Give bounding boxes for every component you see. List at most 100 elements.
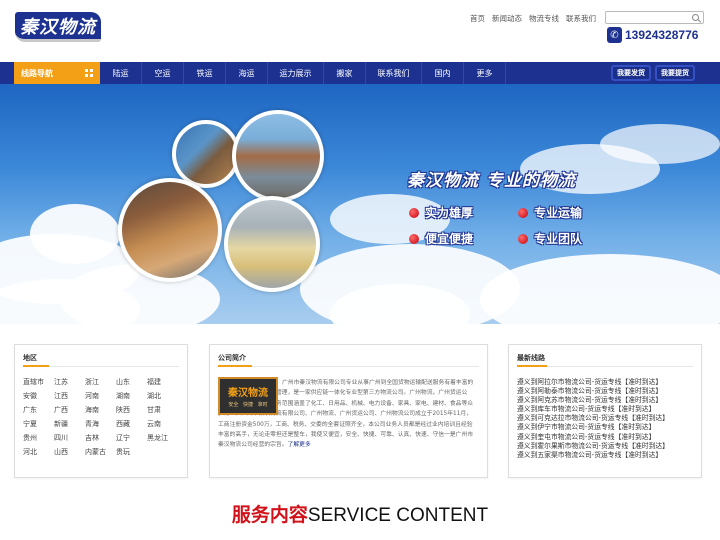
feature-transport: 专业运输 bbox=[518, 204, 582, 221]
read-more-link[interactable]: 了解更多 bbox=[288, 442, 311, 448]
region-link[interactable]: 山西 bbox=[54, 447, 85, 457]
region-link[interactable]: 西藏 bbox=[116, 419, 147, 429]
region-link[interactable]: 宁夏 bbox=[23, 419, 54, 429]
search-box bbox=[605, 11, 704, 31]
region-link[interactable]: 陕西 bbox=[116, 405, 147, 415]
title-underline bbox=[517, 365, 547, 367]
nav-item-domestic[interactable]: 国内 bbox=[422, 62, 464, 84]
region-link[interactable]: 吉林 bbox=[85, 433, 116, 443]
regions-list: 直辖市 江苏 浙江 山东 福建 安徽 江西 河南 湖南 湖北 广东 广西 海南 … bbox=[23, 377, 178, 457]
region-link[interactable]: 广西 bbox=[54, 405, 85, 415]
site-header: 秦汉物流 首页 新闻动态 物流专线 联系我们 ✆ 13924328776 bbox=[0, 0, 720, 62]
feature-label: 便宜便捷 bbox=[425, 232, 474, 246]
about-title: 公司简介 bbox=[218, 354, 246, 362]
ship-button[interactable]: 我要发货 bbox=[611, 65, 651, 81]
feature-label: 专业运输 bbox=[534, 206, 583, 220]
region-link[interactable]: 青海 bbox=[85, 419, 116, 429]
phone-contact: ✆ 13924328776 bbox=[607, 27, 698, 43]
region-link[interactable]: 湖北 bbox=[147, 391, 178, 401]
search-icon[interactable] bbox=[692, 14, 699, 21]
service-title-cn: 服务内容 bbox=[231, 504, 308, 526]
nav-items: 陆运 空运 铁运 海运 运力展示 搬家 联系我们 国内 更多 bbox=[100, 62, 506, 84]
routes-list: 遵义到阿拉尔市物流公司-货运专线【准时到达】 遵义到阿勒泰市物流公司-货运专线【… bbox=[517, 378, 669, 460]
route-link[interactable]: 遵义到五家渠市物流公司-货运专线【准时到达】 bbox=[517, 451, 669, 460]
feature-label: 专业团队 bbox=[534, 232, 583, 246]
grid-menu-icon bbox=[85, 69, 93, 77]
company-logo-image: 秦汉物流 安全 快捷 准时 bbox=[218, 377, 278, 415]
route-link[interactable]: 遵义到霍尔果斯市物流公司-货运专线【准时到达】 bbox=[517, 442, 669, 451]
routes-title: 最新线路 bbox=[517, 354, 545, 362]
top-link-routes[interactable]: 物流专线 bbox=[529, 13, 559, 24]
region-link[interactable]: 江西 bbox=[54, 391, 85, 401]
region-link[interactable]: 云南 bbox=[147, 419, 178, 429]
feature-strength: 实力雄厚 bbox=[409, 204, 473, 221]
region-link[interactable]: 直辖市 bbox=[23, 377, 54, 387]
region-link[interactable]: 河南 bbox=[85, 391, 116, 401]
route-link[interactable]: 遵义到库车市物流公司-货运专线【准时到达】 bbox=[517, 405, 669, 414]
regions-panel: 地区 直辖市 江苏 浙江 山东 福建 安徽 江西 河南 湖南 湖北 广东 广西 … bbox=[14, 344, 188, 478]
cloud bbox=[600, 124, 720, 164]
region-link[interactable]: 广东 bbox=[23, 405, 54, 415]
divider bbox=[218, 366, 479, 367]
feature-team: 专业团队 bbox=[518, 230, 582, 247]
photo-warehouse bbox=[118, 178, 222, 282]
route-link[interactable]: 遵义到阿克苏市物流公司-货运专线【准时到达】 bbox=[517, 396, 669, 405]
region-link[interactable]: 河北 bbox=[23, 447, 54, 457]
route-link[interactable]: 遵义到阿勒泰市物流公司-货运专线【准时到达】 bbox=[517, 387, 669, 396]
regions-title: 地区 bbox=[23, 354, 37, 362]
main-nav: 线路导航 陆运 空运 铁运 海运 运力展示 搬家 联系我们 国内 更多 我要发货… bbox=[0, 62, 720, 84]
route-link[interactable]: 遵义到奎屯市物流公司-货运专线【准时到达】 bbox=[517, 433, 669, 442]
nav-item-sea[interactable]: 海运 bbox=[226, 62, 268, 84]
photo-trucks bbox=[232, 110, 324, 202]
title-underline bbox=[218, 365, 252, 367]
feature-label: 实力雄厚 bbox=[425, 206, 474, 220]
cloud bbox=[480, 254, 720, 324]
top-link-home[interactable]: 首页 bbox=[470, 13, 485, 24]
nav-item-more[interactable]: 更多 bbox=[464, 62, 506, 84]
red-dot-icon bbox=[518, 233, 528, 244]
region-link[interactable]: 新疆 bbox=[54, 419, 85, 429]
about-panel: 公司简介 广州市秦汉物流有限公司专业从事广州到全国货物运输配送服务有着丰富的运输… bbox=[209, 344, 488, 478]
nav-action-buttons: 我要发货 我要提货 bbox=[611, 65, 695, 81]
company-logo-name: 秦汉物流 bbox=[228, 388, 268, 399]
nav-item-air[interactable]: 空运 bbox=[142, 62, 184, 84]
region-link[interactable]: 安徽 bbox=[23, 391, 54, 401]
route-guide-label: 线路导航 bbox=[21, 68, 53, 78]
region-link[interactable]: 湖南 bbox=[116, 391, 147, 401]
photo-containers bbox=[172, 120, 240, 188]
region-link[interactable]: 浙江 bbox=[85, 377, 116, 387]
site-logo[interactable]: 秦汉物流 bbox=[15, 12, 101, 42]
top-link-news[interactable]: 新闻动态 bbox=[492, 13, 522, 24]
service-heading: 服务内容SERVICE CONTENT bbox=[0, 500, 720, 527]
logo-text: 秦汉物流 bbox=[20, 16, 96, 38]
title-underline bbox=[23, 365, 49, 367]
region-link[interactable]: 甘肃 bbox=[147, 405, 178, 415]
top-link-contact[interactable]: 联系我们 bbox=[566, 13, 596, 24]
region-link[interactable]: 内蒙古 bbox=[85, 447, 116, 457]
nav-item-moving[interactable]: 搬家 bbox=[324, 62, 366, 84]
region-link[interactable]: 山东 bbox=[116, 377, 147, 387]
region-link[interactable]: 江苏 bbox=[54, 377, 85, 387]
route-link[interactable]: 遵义到阿拉尔市物流公司-货运专线【准时到达】 bbox=[517, 378, 669, 387]
red-dot-icon bbox=[518, 207, 528, 218]
cloud bbox=[30, 204, 120, 264]
route-guide-menu[interactable]: 线路导航 bbox=[14, 62, 100, 84]
region-link[interactable]: 四川 bbox=[54, 433, 85, 443]
hero-banner bbox=[0, 84, 720, 324]
region-link[interactable]: 贵州 bbox=[23, 433, 54, 443]
service-title-en: SERVICE CONTENT bbox=[307, 505, 489, 526]
nav-item-contact[interactable]: 联系我们 bbox=[366, 62, 422, 84]
region-link[interactable]: 福建 bbox=[147, 377, 178, 387]
region-link[interactable]: 黑龙江 bbox=[147, 433, 178, 443]
top-links: 首页 新闻动态 物流专线 联系我们 bbox=[470, 13, 596, 24]
region-link[interactable]: 海南 bbox=[85, 405, 116, 415]
pickup-button[interactable]: 我要提货 bbox=[655, 65, 695, 81]
phone-number: 13924328776 bbox=[625, 28, 699, 42]
nav-item-capacity[interactable]: 运力展示 bbox=[268, 62, 324, 84]
region-link[interactable]: 辽宁 bbox=[116, 433, 147, 443]
route-link[interactable]: 遵义到伊宁市物流公司-货运专线【准时到达】 bbox=[517, 423, 669, 432]
photo-cargo bbox=[224, 196, 320, 292]
region-link[interactable]: 贵玩 bbox=[116, 447, 147, 457]
nav-item-land[interactable]: 陆运 bbox=[100, 62, 142, 84]
nav-item-rail[interactable]: 铁运 bbox=[184, 62, 226, 84]
